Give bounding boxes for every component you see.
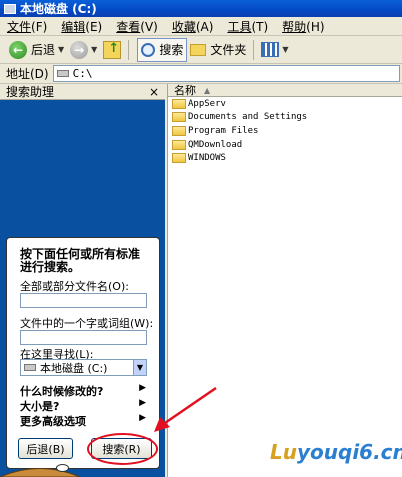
chevron-down-icon[interactable]: ▼ (58, 45, 64, 54)
watermark-part2: youqi6.cn (296, 440, 402, 464)
search-icon (141, 42, 156, 57)
menu-help-label: 帮助 (282, 19, 307, 34)
window-title: 本地磁盘 (C:) (20, 2, 97, 16)
menu-help[interactable]: 帮助(H) (275, 18, 331, 35)
look-in-select[interactable]: 本地磁盘 (C:) ▼ (20, 359, 147, 376)
menu-edit-key: (E) (85, 19, 103, 34)
up-folder-button[interactable] (100, 38, 124, 62)
menu-bar: 文件(F) 编辑(E) 查看(V) 收藏(A) 工具(T) 帮助(H) (0, 17, 402, 36)
menu-edit[interactable]: 编辑(E) (54, 18, 109, 35)
pane-title: 搜索助理 (6, 85, 55, 99)
chevron-down-icon[interactable]: ▼ (282, 45, 288, 54)
annotation-arrow (154, 386, 217, 432)
views-icon (261, 42, 280, 57)
folders-button[interactable]: 文件夹 (187, 38, 249, 62)
name-column-header[interactable]: 名称 ▲ (168, 84, 402, 97)
expand-arrow-icon: ▶ (139, 383, 146, 393)
drive-icon (4, 3, 16, 14)
expand-arrow-icon: ▶ (139, 398, 146, 408)
search-button[interactable]: 搜索 (137, 37, 188, 62)
list-item[interactable]: Program Files (172, 124, 258, 137)
file-name: AppServ (188, 98, 226, 109)
menu-favorites-key: (A) (195, 19, 214, 34)
back-label: 后退 (31, 43, 56, 57)
menu-file[interactable]: 文件(F) (0, 18, 54, 35)
close-icon[interactable]: × (149, 85, 159, 99)
address-bar: 地址(D) C:\ (0, 64, 402, 84)
chevron-down-icon[interactable]: ▼ (91, 45, 97, 54)
menu-edit-label: 编辑 (61, 19, 86, 34)
drive-icon (24, 364, 36, 371)
address-label: 地址(D) (6, 67, 49, 81)
menu-help-key: (H) (306, 19, 325, 34)
search-heading: 按下面任何或所有标准进行搜索。 (20, 247, 141, 274)
menu-view-key: (V) (140, 19, 158, 34)
title-bar: 本地磁盘 (C:) (0, 0, 402, 17)
expand-arrow-icon: ▶ (139, 413, 146, 423)
filename-input[interactable] (20, 293, 147, 308)
menu-file-key: (F) (31, 19, 48, 34)
toolbar-separator (128, 39, 130, 60)
folders-label: 文件夹 (210, 43, 247, 57)
filename-label: 全部或部分文件名(O): (20, 280, 129, 293)
folder-icon (172, 139, 186, 150)
option-label: 什么时候修改的? (20, 385, 104, 398)
name-column-label: 名称 (174, 84, 196, 97)
sort-ascending-icon: ▲ (204, 85, 211, 95)
file-name: WINDOWS (188, 152, 226, 163)
menu-tools[interactable]: 工具(T) (220, 18, 275, 35)
forward-button[interactable]: → ▼ (67, 38, 100, 62)
highlight-oval (87, 433, 158, 465)
menu-tools-key: (T) (251, 19, 269, 34)
watermark: Luyouqi6.cn (270, 440, 402, 464)
menu-favorites[interactable]: 收藏(A) (165, 18, 221, 35)
search-companion-pane: 搜索助理 × 按下面任何或所有标准进行搜索。 全部或部分文件名(O): 文件中的… (0, 84, 165, 477)
file-name: Documents and Settings (188, 111, 308, 122)
list-item[interactable]: Documents and Settings (172, 110, 307, 123)
folder-icon (172, 125, 186, 136)
menu-file-label: 文件 (7, 19, 32, 34)
file-name: QMDownload (188, 139, 243, 150)
address-field[interactable]: C:\ (52, 65, 400, 82)
look-in-value: 本地磁盘 (C:) (40, 361, 108, 375)
pane-header: 搜索助理 × (0, 84, 165, 100)
back-arrow-icon: ← (9, 40, 27, 59)
option-label: 大小是? (20, 400, 60, 413)
folder-icon (172, 98, 186, 109)
address-value: C:\ (72, 67, 93, 80)
views-button[interactable]: ▼ (258, 38, 291, 62)
menu-view-label: 查看 (116, 19, 141, 34)
up-folder-icon (103, 40, 122, 59)
file-name: Program Files (188, 125, 259, 136)
folder-icon (172, 111, 186, 122)
option-when-modified[interactable]: 什么时候修改的? ▶ (20, 383, 146, 399)
dog-eye-icon (56, 464, 69, 472)
back-button[interactable]: ← 后退 ▼ (6, 38, 67, 62)
option-advanced[interactable]: 更多高级选项 ▶ (20, 413, 146, 429)
drive-icon (56, 70, 69, 77)
chevron-down-icon[interactable]: ▼ (133, 360, 146, 375)
phrase-input[interactable] (20, 330, 147, 345)
toolbar: ← 后退 ▼ → ▼ 搜索 文件夹 ▼ (0, 36, 402, 64)
toolbar-separator (253, 39, 255, 60)
folder-icon (172, 152, 186, 163)
folder-icon (190, 43, 207, 56)
menu-tools-label: 工具 (227, 19, 252, 34)
menu-view[interactable]: 查看(V) (109, 18, 165, 35)
list-item[interactable]: QMDownload (172, 138, 242, 151)
search-panel: 按下面任何或所有标准进行搜索。 全部或部分文件名(O): 文件中的一个字或词组(… (6, 237, 160, 469)
search-label: 搜索 (159, 43, 184, 57)
list-item[interactable]: WINDOWS (172, 151, 226, 164)
menu-favorites-label: 收藏 (171, 19, 196, 34)
back-button-search[interactable]: 后退(B) (18, 438, 73, 459)
option-size[interactable]: 大小是? ▶ (20, 398, 146, 414)
option-label: 更多高级选项 (20, 415, 86, 428)
forward-arrow-icon: → (70, 40, 89, 59)
list-item[interactable]: AppServ (172, 97, 226, 110)
watermark-part1: Lu (270, 440, 297, 464)
phrase-label: 文件中的一个字或词组(W): (20, 317, 154, 330)
